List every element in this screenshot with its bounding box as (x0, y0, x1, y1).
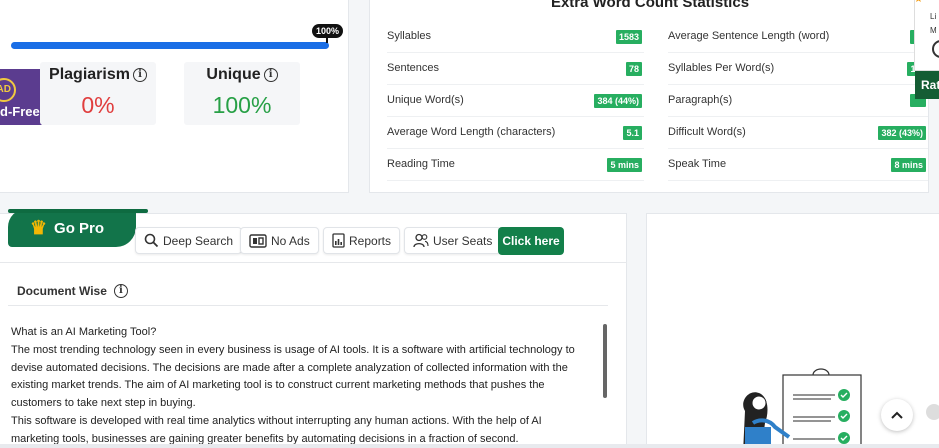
ad-logo-icon: AD (0, 78, 16, 102)
toggle-circle-icon[interactable] (932, 40, 939, 58)
info-icon[interactable]: i (132, 68, 147, 82)
checklist-illustration (743, 368, 862, 448)
feature-label: No Ads (271, 233, 310, 248)
result-summary-panel: 100% AD d-Free Plagiarism i 0% Unique i … (0, 0, 349, 193)
document-text[interactable]: What is an AI Marketing Tool? The most t… (11, 324, 599, 448)
plagiarism-label: Plagiarism (49, 66, 130, 83)
unique-value: 100% (212, 92, 272, 118)
crown-icon: ♛ (30, 217, 48, 239)
info-icon[interactable]: i (263, 68, 278, 82)
feature-label: Deep Search (163, 233, 234, 248)
stat-row: Average Sentence Length (word)11 (668, 21, 928, 53)
stat-row: Reading Time 5 mins (387, 149, 644, 181)
stat-value-badge: 5.1 (623, 126, 642, 140)
stat-value-badge: 1583 (615, 30, 642, 44)
stat-label: Unique Word(s) (387, 94, 464, 106)
stat-row: Speak Time 8 mins (668, 149, 928, 181)
stat-label: Speak Time (668, 158, 727, 170)
stat-row: Sentences 78 (387, 53, 644, 85)
star-icon: ★ (915, 0, 923, 5)
bottom-bar (0, 444, 939, 448)
document-line: This software is developed with real tim… (11, 414, 542, 427)
stat-row: Difficult Word(s) 382 (43%) (668, 117, 928, 149)
unique-label: Unique (206, 66, 261, 83)
progress-track (11, 42, 329, 49)
feature-deep-search[interactable]: Deep Search (135, 227, 243, 254)
feature-reports[interactable]: Reports (323, 227, 401, 254)
rating-line-1: Li (930, 12, 937, 21)
stat-value-badge: 5 mins (607, 158, 642, 172)
go-pro-label: Go Pro (54, 219, 105, 237)
rating-widget[interactable]: ★ Li M (914, 0, 939, 71)
stat-label: Sentences (387, 62, 439, 74)
progress-fill (11, 42, 329, 49)
stat-label: Syllables (387, 30, 432, 42)
rate-button[interactable]: Rat (915, 71, 939, 99)
users-icon (413, 233, 429, 248)
divider (0, 262, 627, 263)
click-here-button[interactable]: Click here (498, 227, 564, 255)
divider (8, 305, 608, 306)
ad-free-banner[interactable]: AD d-Free (0, 69, 42, 125)
scroll-to-top-button[interactable] (881, 399, 913, 431)
plagiarism-value: 0% (81, 92, 115, 118)
chevron-up-icon (891, 411, 903, 419)
stat-label: Average Word Length (characters) (387, 126, 556, 138)
stat-label: Paragraph(s) (668, 94, 733, 106)
stat-row: Syllables 1583 (387, 21, 644, 53)
progress-badge: 100% (312, 24, 344, 43)
feature-no-ads[interactable]: No Ads (240, 227, 319, 254)
go-pro-tab[interactable]: ♛ Go Pro (8, 209, 148, 247)
ad-free-label: d-Free (0, 104, 40, 119)
stat-label: Average Sentence Length (word) (668, 30, 830, 42)
stat-label: Syllables Per Word(s) (668, 62, 775, 74)
report-icon (332, 233, 345, 248)
stat-value-badge: 8 mins (891, 158, 926, 172)
document-line: devise automated decisions. The decision… (11, 361, 568, 374)
stats-title: Extra Word Count Statistics (550, 0, 750, 11)
stat-row: Unique Word(s) 384 (44%) (387, 85, 644, 117)
plagiarism-card: Plagiarism i 0% (40, 62, 156, 125)
stat-row: Syllables Per Word(s)1.8 (668, 53, 928, 85)
word-count-stats-panel: Extra Word Count Statistics Syllables 158… (369, 0, 929, 193)
stat-value-badge: 382 (43%) (878, 126, 926, 140)
rating-line-2: M (930, 26, 937, 35)
document-line: existing market trends. The aim of AI ma… (11, 379, 545, 392)
stat-label: Difficult Word(s) (668, 126, 746, 138)
document-scrollbar[interactable] (603, 324, 607, 398)
stat-row: Average Word Length (characters) 5.1 (387, 117, 644, 149)
document-line: The most trending technology seen in eve… (11, 343, 575, 356)
unique-card: Unique i 100% (184, 62, 300, 125)
stat-value-badge: 384 (44%) (594, 94, 642, 108)
search-icon (144, 233, 159, 248)
document-wise-heading: Document Wise i (17, 284, 128, 298)
stat-label: Reading Time (387, 158, 455, 170)
document-line: customers to take next step in buying. (11, 397, 196, 410)
feature-label: User Seats (433, 233, 493, 248)
document-line: What is an AI Marketing Tool? (11, 326, 157, 338)
document-wise-label: Document Wise (17, 284, 107, 298)
stat-row: Paragraph(s) (668, 85, 928, 117)
info-icon[interactable]: i (113, 284, 128, 298)
feature-user-seats[interactable]: User Seats (404, 227, 502, 254)
settings-icon[interactable] (926, 404, 939, 420)
feature-label: Reports (349, 233, 392, 248)
no-ads-icon (249, 233, 267, 248)
stat-value-badge: 78 (625, 62, 642, 76)
